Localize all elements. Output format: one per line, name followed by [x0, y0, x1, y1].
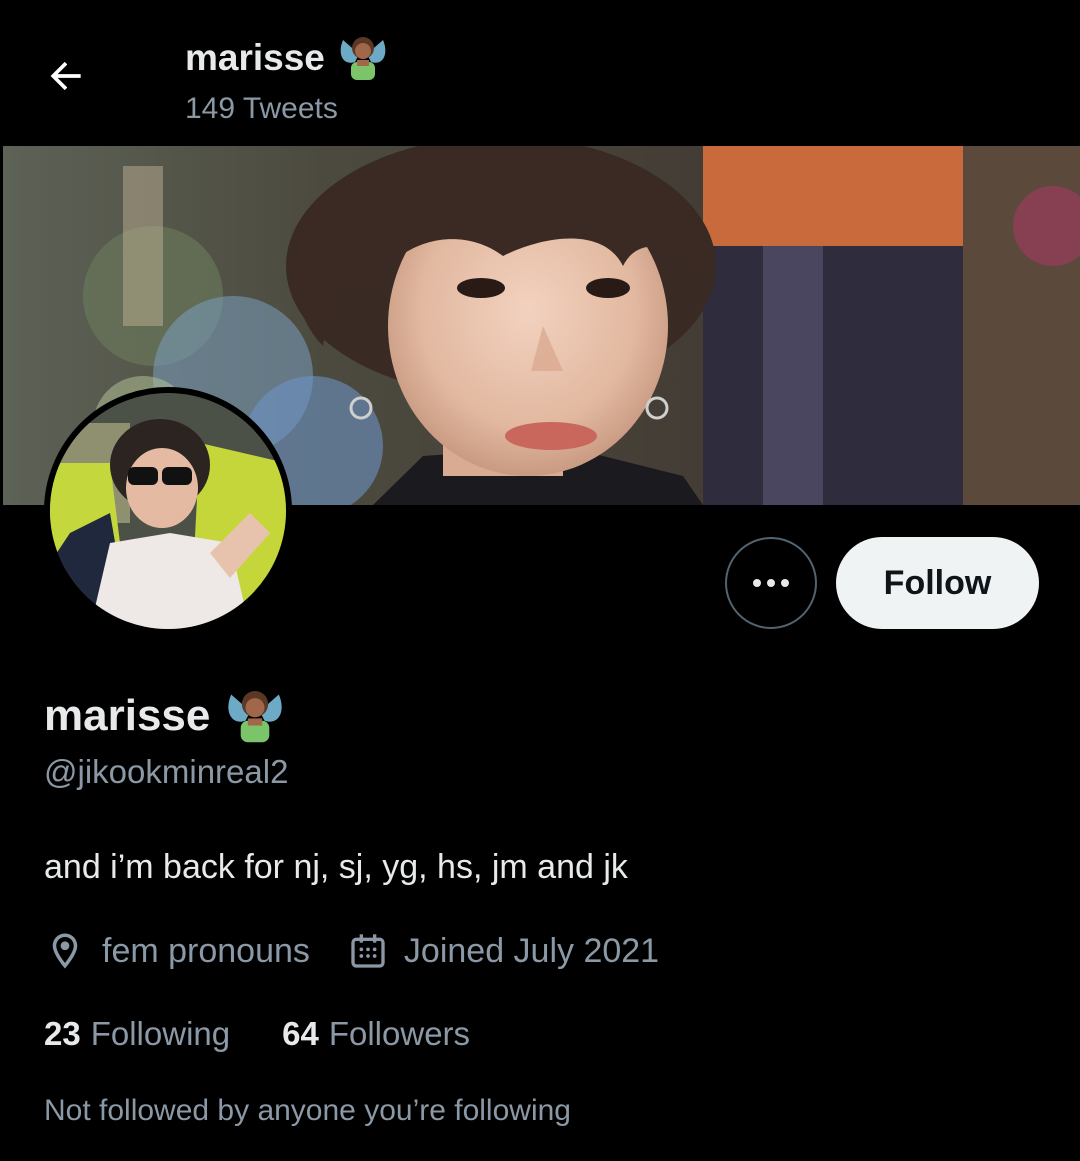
back-button[interactable] [42, 52, 90, 100]
avatar-image [50, 393, 286, 629]
header-name: marisse [185, 32, 389, 84]
arrow-left-icon [50, 61, 81, 91]
profile-stats: 23 Following 64 Followers [44, 1015, 522, 1053]
followers-count: 64 [282, 1015, 319, 1052]
joined-item: Joined July 2021 [348, 931, 659, 971]
more-dots-icon [753, 579, 789, 587]
profile-name-text: marisse [44, 691, 211, 740]
location-text: fem pronouns [102, 931, 310, 970]
profile-bio: and i’m back for nj, sj, yg, hs, jm and … [44, 848, 628, 886]
profile-meta: fem pronouns Joined July 2021 [44, 930, 697, 972]
tweet-count: 149 Tweets [185, 92, 338, 125]
location-pin-icon [52, 933, 78, 969]
fairy-emoji-icon [340, 37, 386, 80]
profile-handle: @jikookminreal2 [44, 753, 289, 790]
joined-text: Joined July 2021 [403, 931, 660, 970]
avatar[interactable] [44, 387, 292, 635]
more-options-button[interactable] [725, 537, 817, 629]
followers-link[interactable]: 64 Followers [282, 1015, 470, 1053]
following-link[interactable]: 23 Following [44, 1015, 230, 1053]
follow-button[interactable]: Follow [836, 537, 1039, 629]
following-label: Following [90, 1015, 231, 1052]
calendar-icon [351, 934, 385, 968]
location-item: fem pronouns [44, 930, 310, 972]
following-count: 23 [44, 1015, 81, 1052]
profile-name: marisse [44, 685, 286, 747]
fairy-emoji-icon [228, 690, 283, 743]
header-name-text: marisse [185, 37, 325, 78]
followers-label: Followers [328, 1015, 471, 1052]
top-bar: marisse 149 Tweets [0, 0, 1080, 146]
social-context: Not followed by anyone you’re following [44, 1094, 571, 1127]
